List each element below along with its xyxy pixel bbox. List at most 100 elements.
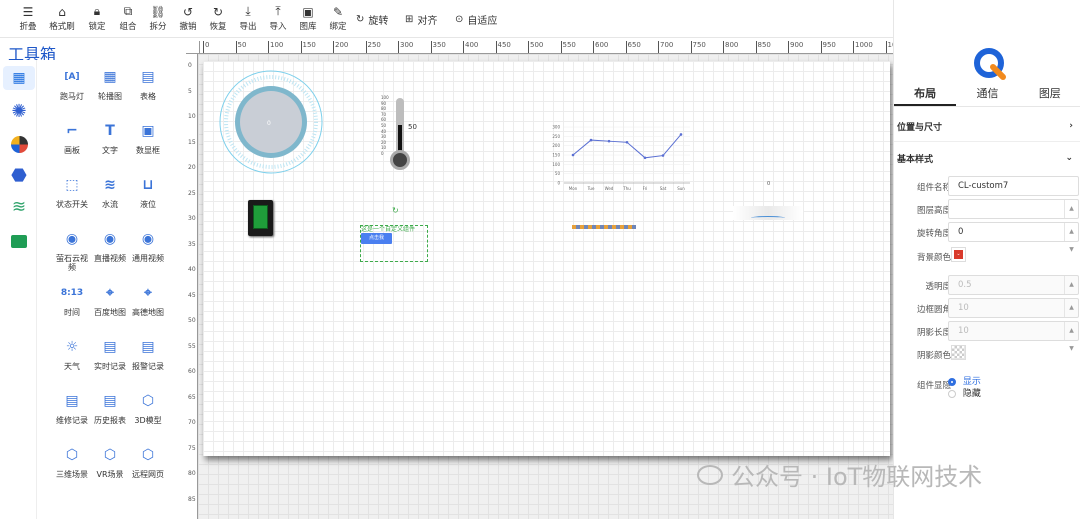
data-point bbox=[607, 139, 611, 143]
component-palette: [A] 跑马灯 ▦ 轮播图 ▤ 表格 ⌐ 画板 T 文字 ▣ 数显框 ⬚ 状态开关 ≋ 水流 ⊔ 液位 ◉ 萤石云视频… bbox=[37, 60, 185, 519]
palette-item[interactable]: ⬡ 3D模型 bbox=[128, 392, 168, 425]
palette-item[interactable]: ▤ 维修记录 bbox=[52, 392, 92, 425]
shadow-color-picker[interactable] bbox=[951, 345, 966, 360]
stepper-icon[interactable]: ▲▼ bbox=[1064, 223, 1078, 253]
component-icon: ⌐ bbox=[66, 123, 78, 139]
property-row: 组件名称 CL-custom7 bbox=[894, 176, 1080, 196]
property-input[interactable]: CL-custom7 bbox=[948, 176, 1079, 196]
download-button[interactable]: ⤓ 导出 bbox=[233, 4, 263, 32]
palette-item[interactable]: ⬡ 三维场景 bbox=[52, 446, 92, 479]
rotate-handle-icon[interactable]: ↻ bbox=[392, 206, 399, 215]
component-icon: ◉ bbox=[103, 231, 117, 247]
property-row: 图层高度▲▼ bbox=[894, 199, 1080, 230]
property-input[interactable]: 0 ▲ ▼ bbox=[948, 222, 1079, 253]
brush-button[interactable]: ⌂ 格式刷 bbox=[47, 5, 77, 33]
palette-item[interactable]: ◉ 直播视频 bbox=[90, 230, 130, 263]
palette-item[interactable]: T 文字 bbox=[90, 122, 130, 155]
stepper-icon[interactable]: ▲▼ bbox=[1064, 276, 1078, 306]
category-basic[interactable]: ▦ bbox=[3, 66, 35, 90]
ruler-tick: 900 bbox=[788, 41, 803, 53]
dial-gauge[interactable] bbox=[219, 70, 323, 174]
palette-item[interactable]: ◉ 通用视频 bbox=[128, 230, 168, 263]
ruler-tick: 55 bbox=[188, 342, 196, 350]
palette-item[interactable]: ▤ 实时记录 bbox=[90, 338, 130, 371]
thermo-tick: 50 bbox=[381, 123, 387, 128]
undo-button[interactable]: ↺ 撤销 bbox=[173, 5, 203, 33]
ruler-tick: 45 bbox=[188, 291, 196, 299]
category-chart[interactable] bbox=[8, 133, 30, 155]
category-map[interactable]: ⬣ bbox=[8, 164, 30, 186]
property-input[interactable]: 0.5▲▼ bbox=[948, 275, 1079, 306]
layers-icon: ≋ bbox=[11, 197, 27, 217]
stepper-icon[interactable]: ▲▼ bbox=[1064, 200, 1078, 230]
category-excel[interactable] bbox=[8, 230, 30, 252]
lock-button[interactable]: 🔒︎ 锁定 bbox=[82, 4, 112, 32]
palette-item[interactable]: ⬡ VR场景 bbox=[90, 446, 130, 479]
align-button[interactable]: ⊞ 对齐 bbox=[405, 12, 437, 27]
background-color-picker[interactable]: ⌄ bbox=[951, 247, 966, 262]
category-layers[interactable]: ≋ bbox=[8, 196, 30, 218]
ruler-tick: 1000 bbox=[853, 41, 873, 53]
group-icon: ⧉ bbox=[123, 4, 133, 18]
property-input[interactable]: 10▲▼ bbox=[948, 298, 1079, 329]
tab-1[interactable]: 通信 bbox=[956, 83, 1018, 106]
clip-button[interactable]: ✎ 绑定 bbox=[323, 5, 353, 33]
watermark: 公众号 · IoT物联网技术 bbox=[697, 457, 982, 492]
palette-item[interactable]: ⌐ 画板 bbox=[52, 122, 92, 155]
palette-item[interactable]: ⌖ 百度地图 bbox=[90, 284, 130, 317]
radio-hide[interactable]: 隐藏 bbox=[948, 386, 981, 399]
ruler-tick: 65 bbox=[188, 393, 196, 401]
thermo-tick: 60 bbox=[381, 117, 387, 123]
palette-item[interactable]: ⌖ 高德地图 bbox=[128, 284, 168, 317]
property-input[interactable]: ▲▼ bbox=[948, 199, 1079, 230]
category-rail: ▦ ✺ ⬣ ≋ bbox=[0, 60, 37, 519]
x-tick-label: Fri bbox=[643, 186, 648, 191]
group-button[interactable]: ⧉ 组合 bbox=[113, 4, 143, 32]
gauge-value: 0 bbox=[267, 120, 271, 127]
palette-item[interactable]: ▦ 轮播图 bbox=[90, 68, 130, 101]
liquid-level[interactable] bbox=[733, 206, 803, 220]
category-gear[interactable]: ✺ bbox=[8, 100, 30, 122]
palette-item[interactable]: ▣ 数显框 bbox=[128, 122, 168, 155]
ruler-tick: 60 bbox=[188, 368, 196, 375]
thermo-bulb bbox=[390, 150, 410, 170]
palette-item[interactable]: ≋ 水流 bbox=[90, 176, 130, 209]
water-flow[interactable] bbox=[572, 225, 636, 229]
palette-item[interactable]: [A] 跑马灯 bbox=[52, 68, 92, 101]
status-switch[interactable] bbox=[248, 200, 273, 236]
tab-2[interactable]: 图层 bbox=[1019, 83, 1080, 106]
rotate-button[interactable]: ↻ 旋转 bbox=[356, 12, 388, 27]
upload-button[interactable]: ⤒ 导入 bbox=[263, 4, 293, 32]
section-basic-style[interactable]: 基本样式 ⌄ bbox=[894, 144, 1080, 172]
palette-item[interactable]: ⬚ 状态开关 bbox=[52, 176, 92, 209]
custom-button[interactable]: 点击我 bbox=[361, 233, 392, 244]
menu-button[interactable]: ☰ 折叠 bbox=[13, 5, 43, 33]
design-canvas[interactable]: 0 100 90 80 70 60 50 40 30 20 10 0 50 300 250 200 150… bbox=[203, 61, 890, 456]
palette-item[interactable]: ☼ 天气 bbox=[52, 338, 92, 371]
palette-item[interactable]: ▤ 表格 bbox=[128, 68, 168, 101]
ruler-tick: 600 bbox=[593, 41, 608, 53]
component-icon: ⬡ bbox=[65, 447, 79, 463]
custom-component[interactable]: 这是一个自定义组件 点击我 bbox=[360, 225, 428, 262]
redo-button[interactable]: ↻ 恢复 bbox=[203, 5, 233, 33]
adaptive-button[interactable]: ⊙ 自适应 bbox=[455, 12, 497, 27]
gear-icon: ✺ bbox=[11, 100, 27, 122]
property-input[interactable]: 10▲▼ bbox=[948, 321, 1079, 352]
visibility-row: 组件显隐 显示 隐藏 bbox=[894, 374, 1080, 399]
line-chart[interactable]: 300 250 200 150 100 50 0 Mon Tue Wed Thu Fri Sat Sun bbox=[540, 121, 695, 193]
image-button[interactable]: ▣ 图库 bbox=[293, 5, 323, 33]
component-icon: ⬚ bbox=[65, 177, 79, 193]
section-position-size[interactable]: 位置与尺寸 › bbox=[894, 112, 1080, 140]
palette-item[interactable]: ▤ 报警记录 bbox=[128, 338, 168, 371]
stepper-icon[interactable]: ▲▼ bbox=[1064, 299, 1078, 329]
palette-item[interactable]: 8:13 时间 bbox=[52, 284, 92, 317]
tab-0[interactable]: 布局 bbox=[894, 83, 957, 106]
panel-tabs: 布局 通信 图层 bbox=[894, 83, 1080, 107]
palette-item[interactable]: ◉ 萤石云视频 bbox=[52, 230, 92, 272]
stepper-icon[interactable]: ▲▼ bbox=[1064, 322, 1078, 352]
palette-item[interactable]: ▤ 历史报表 bbox=[90, 392, 130, 425]
palette-item[interactable]: ⊔ 液位 bbox=[128, 176, 168, 209]
split-button[interactable]: ⛓︎ 拆分 bbox=[143, 5, 173, 33]
palette-item[interactable]: ⬡ 远程网页 bbox=[128, 446, 168, 479]
component-icon: ☼ bbox=[65, 339, 79, 355]
